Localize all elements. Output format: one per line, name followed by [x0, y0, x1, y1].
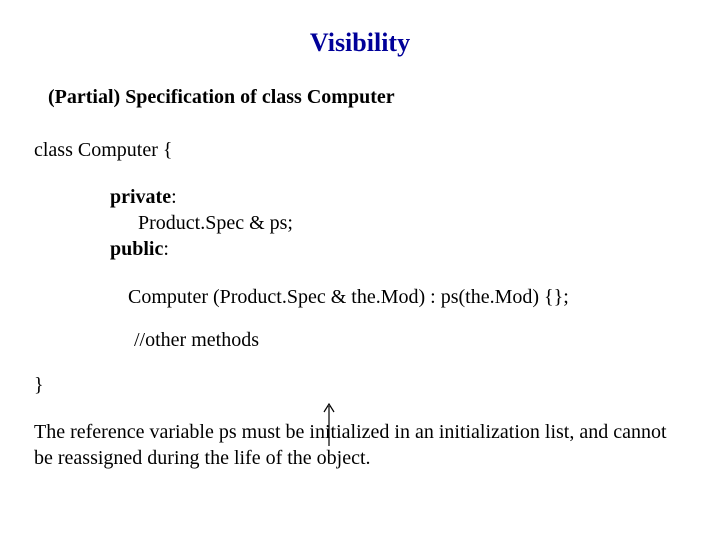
arrow-up-icon [322, 400, 336, 446]
footnote: The reference variable ps must be initia… [34, 419, 690, 471]
constructor-line: Computer (Product.Spec & the.Mod) : ps(t… [128, 286, 690, 309]
keyword-private: private [110, 186, 171, 208]
page-title: Visibility [30, 28, 690, 58]
colon-public: : [163, 238, 169, 260]
code-class-close: } [34, 374, 690, 397]
code-body: private: Product.Spec & ps; public: [110, 184, 690, 262]
section-subtitle: (Partial) Specification of class Compute… [48, 86, 690, 109]
member-declaration: Product.Spec & ps; [138, 210, 690, 236]
keyword-public: public [110, 238, 163, 260]
code-class-open: class Computer { [34, 139, 690, 162]
comment-line: //other methods [134, 329, 690, 352]
colon-private: : [171, 186, 177, 208]
